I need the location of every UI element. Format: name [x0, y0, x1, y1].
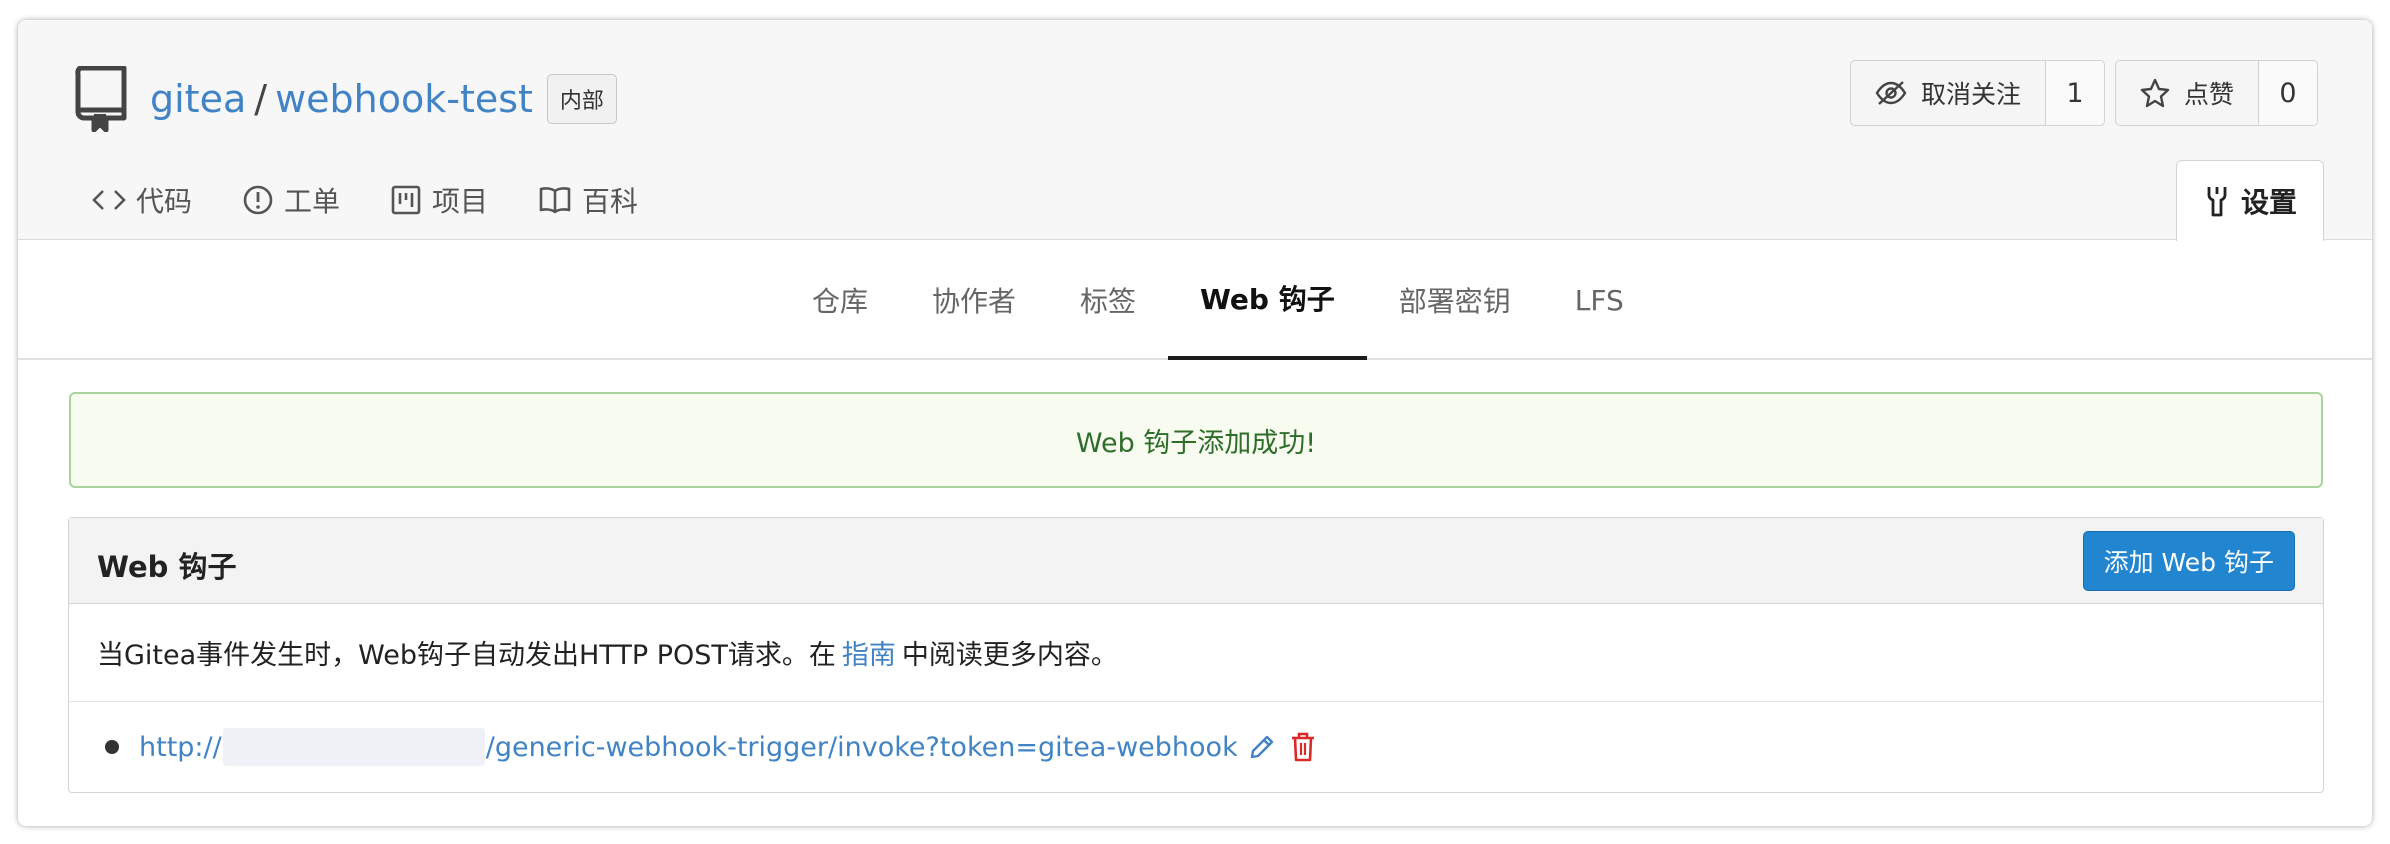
repo-separator: /	[254, 77, 268, 121]
tab-wiki-label: 百科	[582, 185, 639, 218]
description-text-after: 中阅读更多内容。	[901, 640, 1118, 671]
settings-sub-tabs: 仓库 协作者 标签 Web 钩子 部署密钥 LFS	[18, 240, 2372, 360]
unwatch-label: 取消关注	[1920, 80, 2021, 109]
status-dot-icon	[105, 740, 119, 754]
webhooks-panel: Web 钩子 添加 Web 钩子 当Gitea事件发生时，Web钩子自动发出HT…	[68, 517, 2324, 793]
book-icon	[539, 187, 571, 214]
tab-projects-label: 项目	[432, 185, 489, 218]
add-webhook-button[interactable]: 添加 Web 钩子	[2082, 531, 2295, 591]
watch-button-group: 取消关注 1	[1849, 60, 2105, 126]
repo-actions: 取消关注 1 点赞 0	[1849, 60, 2318, 126]
tab-wiki[interactable]: 百科	[538, 180, 638, 220]
redacted-host	[222, 728, 485, 766]
repo-header: gitea / webhook-test 内部 取消关注 1 点赞 0 代码 工…	[18, 20, 2372, 241]
webhook-url-prefix: http://	[139, 731, 222, 763]
tab-issues-label: 工单	[284, 185, 341, 218]
tab-projects[interactable]: 项目	[390, 180, 488, 220]
tab-code[interactable]: 代码	[92, 180, 192, 220]
repo-tabs: 代码 工单 项目 百科	[92, 180, 688, 220]
subtab-repository[interactable]: 仓库	[780, 240, 900, 360]
tab-settings-label: 设置	[2240, 186, 2297, 219]
watch-count[interactable]: 1	[2045, 61, 2104, 125]
tab-settings[interactable]: 设置	[2176, 160, 2324, 241]
webhooks-panel-title: Web 钩子	[97, 550, 237, 584]
visibility-badge: 内部	[546, 74, 617, 124]
webhook-list-item: http:// /generic-webhook-trigger/invoke?…	[69, 702, 2323, 792]
trash-icon[interactable]	[1290, 732, 1316, 762]
star-count[interactable]: 0	[2259, 61, 2317, 125]
gitea-window: gitea / webhook-test 内部 取消关注 1 点赞 0 代码 工…	[18, 20, 2372, 826]
description-text-before: 当Gitea事件发生时，Web钩子自动发出HTTP POST请求。在	[97, 640, 836, 671]
star-icon	[2140, 78, 2170, 108]
webhooks-description: 当Gitea事件发生时，Web钩子自动发出HTTP POST请求。在 指南 中阅…	[69, 604, 2323, 702]
repo-icon	[75, 66, 127, 132]
tools-icon	[2207, 187, 2227, 217]
subtab-webhooks[interactable]: Web 钩子	[1168, 240, 1367, 360]
guide-link[interactable]: 指南	[842, 633, 896, 672]
tab-issues[interactable]: 工单	[242, 180, 340, 220]
eye-closed-icon	[1875, 81, 1907, 105]
repo-owner-link[interactable]: gitea	[150, 77, 246, 121]
success-message: Web 钩子添加成功!	[69, 392, 2323, 488]
unwatch-button[interactable]: 取消关注	[1851, 61, 2046, 125]
pencil-icon[interactable]	[1248, 733, 1276, 761]
star-button-group: 点赞 0	[2114, 60, 2318, 126]
star-label: 点赞	[2183, 80, 2234, 109]
code-icon	[92, 190, 126, 210]
repo-name-link[interactable]: webhook-test	[275, 77, 533, 121]
subtab-lfs[interactable]: LFS	[1543, 240, 1656, 360]
repo-title: gitea / webhook-test 内部	[74, 64, 617, 134]
webhook-url-link[interactable]: http:// /generic-webhook-trigger/invoke?…	[139, 728, 1238, 766]
issue-icon	[243, 185, 273, 215]
webhooks-panel-header: Web 钩子 添加 Web 钩子	[69, 518, 2323, 604]
subtab-deploy-keys[interactable]: 部署密钥	[1367, 240, 1543, 360]
star-button[interactable]: 点赞	[2116, 61, 2259, 125]
tab-code-label: 代码	[136, 185, 193, 218]
webhook-url-suffix: /generic-webhook-trigger/invoke?token=gi…	[485, 731, 1238, 763]
subtab-collaborators[interactable]: 协作者	[900, 240, 1048, 360]
subtab-labels[interactable]: 标签	[1048, 240, 1168, 360]
project-icon	[391, 185, 421, 215]
